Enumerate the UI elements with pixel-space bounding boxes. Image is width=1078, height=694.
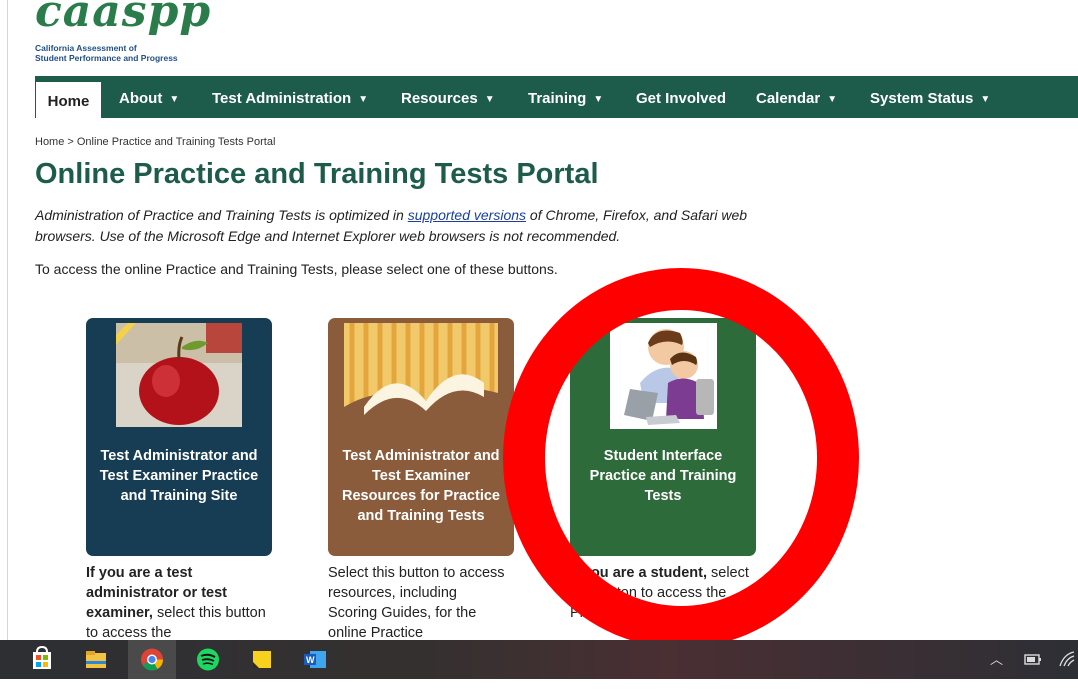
nav-system-status[interactable]: System Status ▼ — [870, 76, 990, 118]
nav-resources-label: Resources — [401, 90, 478, 107]
card-description: Select this button to access resources, … — [328, 563, 508, 643]
nav-about[interactable]: About ▼ — [119, 76, 179, 118]
battery-icon[interactable] — [1024, 640, 1042, 679]
breadcrumb: Home > Online Practice and Training Test… — [35, 136, 276, 148]
card-description: If you are a test administrator or test … — [86, 563, 266, 643]
chevron-up-icon[interactable]: ︿ — [990, 640, 1003, 679]
main-nav: Home About ▼ Test Administration ▼ Resourc… — [35, 76, 1078, 118]
page-border — [7, 0, 8, 640]
wifi-icon[interactable] — [1058, 640, 1076, 679]
nav-system-status-label: System Status — [870, 90, 974, 107]
chrome-icon[interactable] — [128, 640, 176, 679]
nav-test-administration-label: Test Administration — [212, 90, 352, 107]
card-label: Test Administrator and Test Examiner Pra… — [99, 448, 259, 504]
nav-calendar[interactable]: Calendar ▼ — [756, 76, 837, 118]
chevron-down-icon: ▼ — [169, 94, 180, 105]
file-explorer-icon[interactable] — [78, 640, 114, 679]
store-icon[interactable] — [24, 640, 60, 679]
logo-subtitle-line1: California Assessment of — [35, 43, 137, 53]
browser-notice: Administration of Practice and Training … — [35, 205, 795, 247]
red-circle-annotation — [503, 268, 859, 648]
logo-subtitle: California Assessment of Student Perform… — [35, 43, 178, 63]
sticky-notes-icon[interactable] — [244, 640, 280, 679]
nav-home[interactable]: Home — [36, 82, 101, 118]
nav-calendar-label: Calendar — [756, 90, 821, 107]
chevron-down-icon: ▼ — [484, 94, 495, 105]
nav-about-label: About — [119, 90, 163, 107]
browser-notice-text-1: Administration of Practice and Training … — [35, 207, 408, 223]
word-icon[interactable]: W — [298, 640, 334, 679]
ta-resources-button[interactable]: Test Administrator and Test Examiner Res… — [328, 318, 514, 556]
chevron-down-icon: ▼ — [980, 94, 991, 105]
logo-subtitle-line2: Student Performance and Progress — [35, 53, 178, 63]
nav-test-administration[interactable]: Test Administration ▼ — [212, 76, 368, 118]
nav-get-involved[interactable]: Get Involved — [636, 76, 726, 118]
supported-versions-link[interactable]: supported versions — [408, 207, 526, 223]
ta-practice-training-site-button[interactable]: Test Administrator and Test Examiner Pra… — [86, 318, 272, 556]
logo-wordmark: caaspp — [35, 0, 212, 37]
spotify-icon[interactable] — [190, 640, 226, 679]
nav-resources[interactable]: Resources ▼ — [401, 76, 495, 118]
nav-training[interactable]: Training ▼ — [528, 76, 603, 118]
access-instructions: To access the online Practice and Traini… — [35, 261, 558, 277]
card-description-text: Select this button to access resources, … — [328, 565, 505, 641]
apple-image — [116, 323, 242, 427]
windows-taskbar: W ︿ — [0, 640, 1078, 679]
caaspp-logo[interactable]: caaspp California Assessment of Student … — [35, 0, 235, 68]
page-title: Online Practice and Training Tests Porta… — [35, 158, 599, 190]
nav-get-involved-label: Get Involved — [636, 90, 727, 107]
nav-training-label: Training — [528, 90, 587, 107]
book-image — [344, 323, 498, 429]
chevron-down-icon: ▼ — [358, 94, 369, 105]
chevron-down-icon: ▼ — [593, 94, 604, 105]
card-label: Test Administrator and Test Examiner Res… — [342, 448, 500, 524]
chevron-down-icon: ▼ — [827, 94, 838, 105]
svg-text:W: W — [306, 655, 315, 665]
